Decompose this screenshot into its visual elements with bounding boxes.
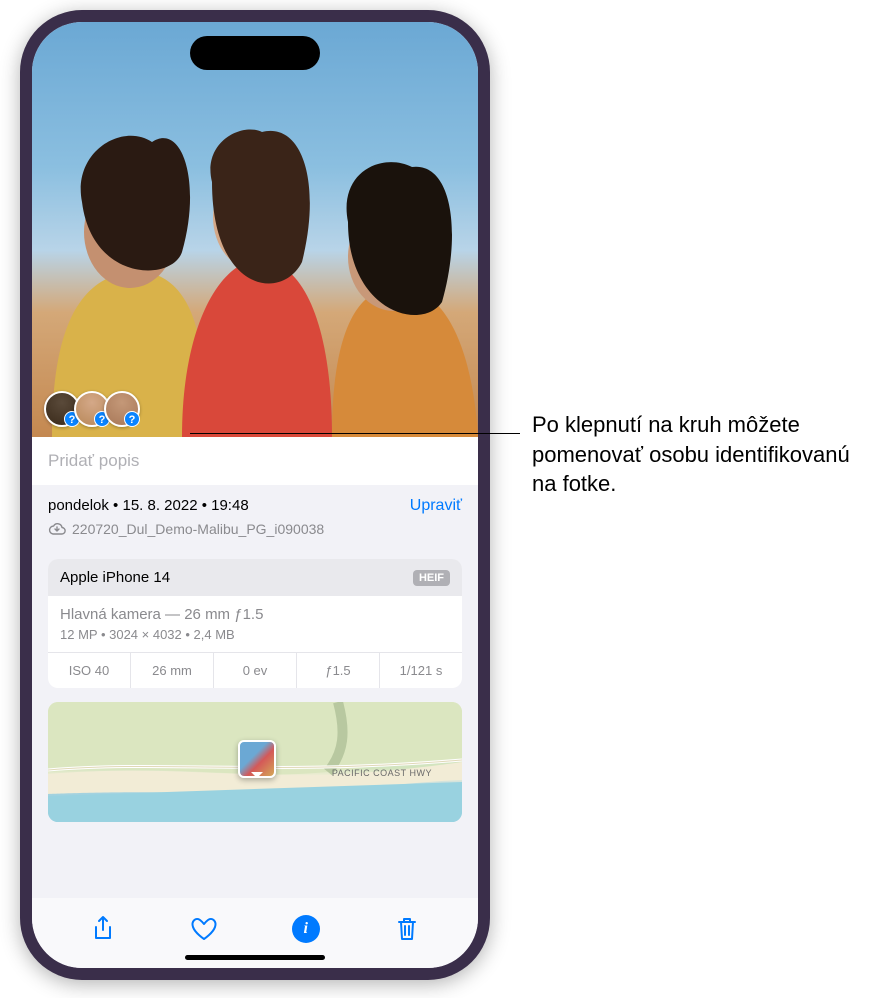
- phone-screen: ? ? ? Pridať popis pondelok • 15. 8. 202…: [32, 22, 478, 968]
- phone-frame: ? ? ? Pridať popis pondelok • 15. 8. 202…: [20, 10, 490, 980]
- exif-focal: 26 mm: [130, 653, 213, 688]
- exif-row: ISO 40 26 mm 0 ev ƒ1.5 1/121 s: [48, 652, 462, 688]
- favorite-button[interactable]: [184, 909, 224, 949]
- metadata-section: pondelok • 15. 8. 2022 • 19:48 Upraviť 2…: [32, 485, 478, 547]
- exif-iso: ISO 40: [48, 653, 130, 688]
- home-indicator[interactable]: [185, 955, 325, 960]
- filename-text: 220720_Dul_Demo-Malibu_PG_i090038: [72, 521, 324, 537]
- device-name: Apple iPhone 14: [60, 569, 170, 586]
- face-circle-3[interactable]: ?: [104, 391, 140, 427]
- callout-text: Po klepnutí na kruh môžete pomenovať oso…: [532, 410, 852, 499]
- heart-icon: [190, 916, 218, 942]
- exif-shutter: 1/121 s: [379, 653, 462, 688]
- caption-input[interactable]: Pridať popis: [32, 437, 478, 485]
- exif-aperture: ƒ1.5: [296, 653, 379, 688]
- camera-info-card: Apple iPhone 14 HEIF Hlavná kamera — 26 …: [48, 559, 462, 688]
- cloud-icon: [48, 522, 66, 536]
- photo-date: pondelok • 15. 8. 2022 • 19:48: [48, 497, 249, 514]
- info-button[interactable]: i: [286, 909, 326, 949]
- location-map[interactable]: PACIFIC COAST HWY: [48, 702, 462, 822]
- trash-icon: [395, 915, 419, 943]
- photo-preview[interactable]: ? ? ?: [32, 22, 478, 437]
- callout-leader-line: [190, 433, 520, 434]
- share-button[interactable]: [83, 909, 123, 949]
- face-circles-row: ? ? ?: [44, 391, 134, 427]
- share-icon: [91, 915, 115, 943]
- exif-ev: 0 ev: [213, 653, 296, 688]
- trash-button[interactable]: [387, 909, 427, 949]
- lens-info: Hlavná kamera — 26 mm ƒ1.5: [60, 606, 450, 623]
- edit-button[interactable]: Upraviť: [410, 497, 462, 515]
- format-badge: HEIF: [413, 570, 450, 586]
- map-road-label: PACIFIC COAST HWY: [332, 768, 432, 778]
- map-pin[interactable]: [238, 740, 276, 778]
- info-icon: i: [292, 915, 320, 943]
- dynamic-island: [190, 36, 320, 70]
- resolution-info: 12 MP • 3024 × 4032 • 2,4 MB: [60, 627, 450, 642]
- face-badge-icon: ?: [124, 411, 140, 427]
